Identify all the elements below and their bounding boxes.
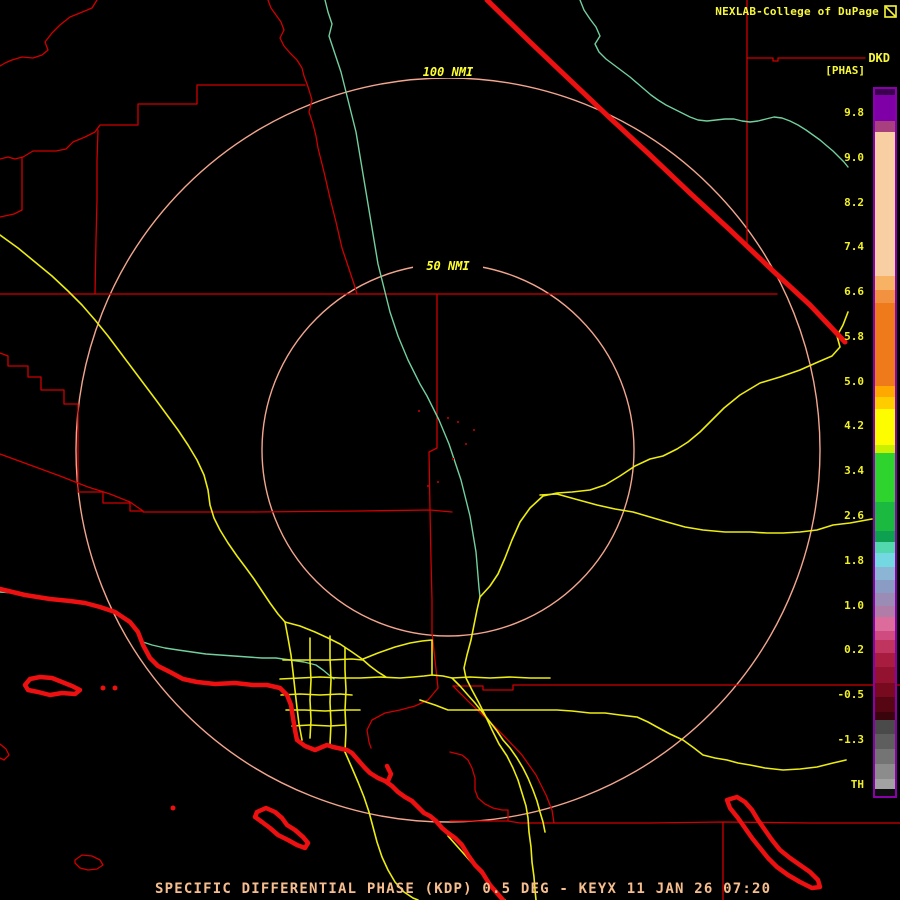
colorbar-scale-value: -1.3	[837, 733, 865, 746]
colorbar-segment	[875, 640, 895, 653]
colorbar-scale-value: TH	[850, 778, 864, 791]
radar-speckle	[452, 458, 454, 460]
colorbar-segment	[875, 409, 895, 445]
colorbar-segment	[875, 653, 895, 667]
small-island	[170, 805, 176, 811]
colorbar-segment	[875, 453, 895, 502]
colorbar-segment	[875, 606, 895, 617]
colorbar-scale-value: -0.5	[837, 688, 865, 701]
colorbar-scale-value: 9.8	[844, 106, 864, 119]
colorbar-scale-value: 0.2	[844, 643, 864, 656]
colorbar-segment	[875, 734, 895, 749]
colorbar-scale-value: 6.6	[844, 285, 864, 298]
page-title: NEXLAB-College of DuPage	[715, 5, 879, 18]
colorbar-segment	[875, 553, 895, 567]
colorbar-segment	[875, 276, 895, 290]
colorbar-segment	[875, 617, 895, 631]
cod-logo-icon	[884, 5, 897, 18]
map-background	[0, 0, 900, 900]
colorbar-segment	[875, 303, 895, 386]
colorbar-segment	[875, 290, 895, 303]
colorbar-scale-value: 5.8	[844, 330, 864, 343]
radar-speckle	[473, 429, 475, 431]
small-island	[112, 685, 118, 691]
colorbar	[873, 87, 897, 798]
colorbar-scale-value: 1.8	[844, 554, 864, 567]
colorbar-segment	[875, 445, 895, 453]
product-status-line: SPECIFIC DIFFERENTIAL PHASE (KDP) 0.5 DE…	[155, 881, 772, 897]
colorbar-segment	[875, 132, 895, 276]
colorbar-segment	[875, 593, 895, 606]
radar-speckle	[418, 410, 420, 412]
colorbar-segment	[875, 631, 895, 640]
colorbar-segment	[875, 683, 895, 697]
colorbar-scale-value: 1.0	[844, 599, 864, 612]
colorbar-scale-value: 2.6	[844, 509, 864, 522]
colorbar-segment	[875, 531, 895, 542]
colorbar-segment	[875, 764, 895, 779]
radar-speckle	[465, 443, 467, 445]
colorbar-segment	[875, 121, 895, 132]
product-id-label: DKD	[868, 51, 890, 65]
colorbar-scale-value: 4.2	[844, 419, 864, 432]
colorbar-scale-value: 7.4	[844, 240, 864, 253]
colorbar-segment	[875, 542, 895, 553]
radar-speckle	[427, 485, 429, 487]
radar-speckle	[457, 421, 459, 423]
ring-label-50: 50 NMI	[426, 259, 470, 273]
colorbar-scale-value: 8.2	[844, 196, 864, 209]
colorbar-segment	[875, 779, 895, 789]
colorbar-scale-value: 9.0	[844, 151, 864, 164]
title-bar: NEXLAB-College of DuPage	[715, 5, 897, 18]
colorbar-segment	[875, 502, 895, 531]
colorbar-segment	[875, 95, 895, 121]
radar-viewer: { "header": { "title": "NEXLAB-College o…	[0, 0, 900, 900]
road	[280, 693, 353, 696]
colorbar-segment	[875, 789, 895, 796]
ring-label-100: 100 NMI	[423, 65, 474, 79]
colorbar-scale-value: 3.4	[844, 464, 864, 477]
colorbar-segment	[875, 720, 895, 734]
colorbar-segment	[875, 697, 895, 712]
radar-speckle	[447, 417, 449, 419]
colorbar-scale-value: 5.0	[844, 375, 864, 388]
colorbar-segment	[875, 580, 895, 593]
colorbar-segment	[875, 667, 895, 683]
radar-speckle	[437, 481, 439, 483]
colorbar-segment	[875, 712, 895, 720]
colorbar-segment	[875, 386, 895, 397]
colorbar-segment	[875, 397, 895, 409]
product-units-label: [PHAS]	[825, 64, 865, 77]
colorbar-segment	[875, 749, 895, 764]
colorbar-segment	[875, 567, 895, 580]
radar-map: 100 NMI 50 NMI	[0, 0, 900, 900]
small-island	[100, 685, 106, 691]
